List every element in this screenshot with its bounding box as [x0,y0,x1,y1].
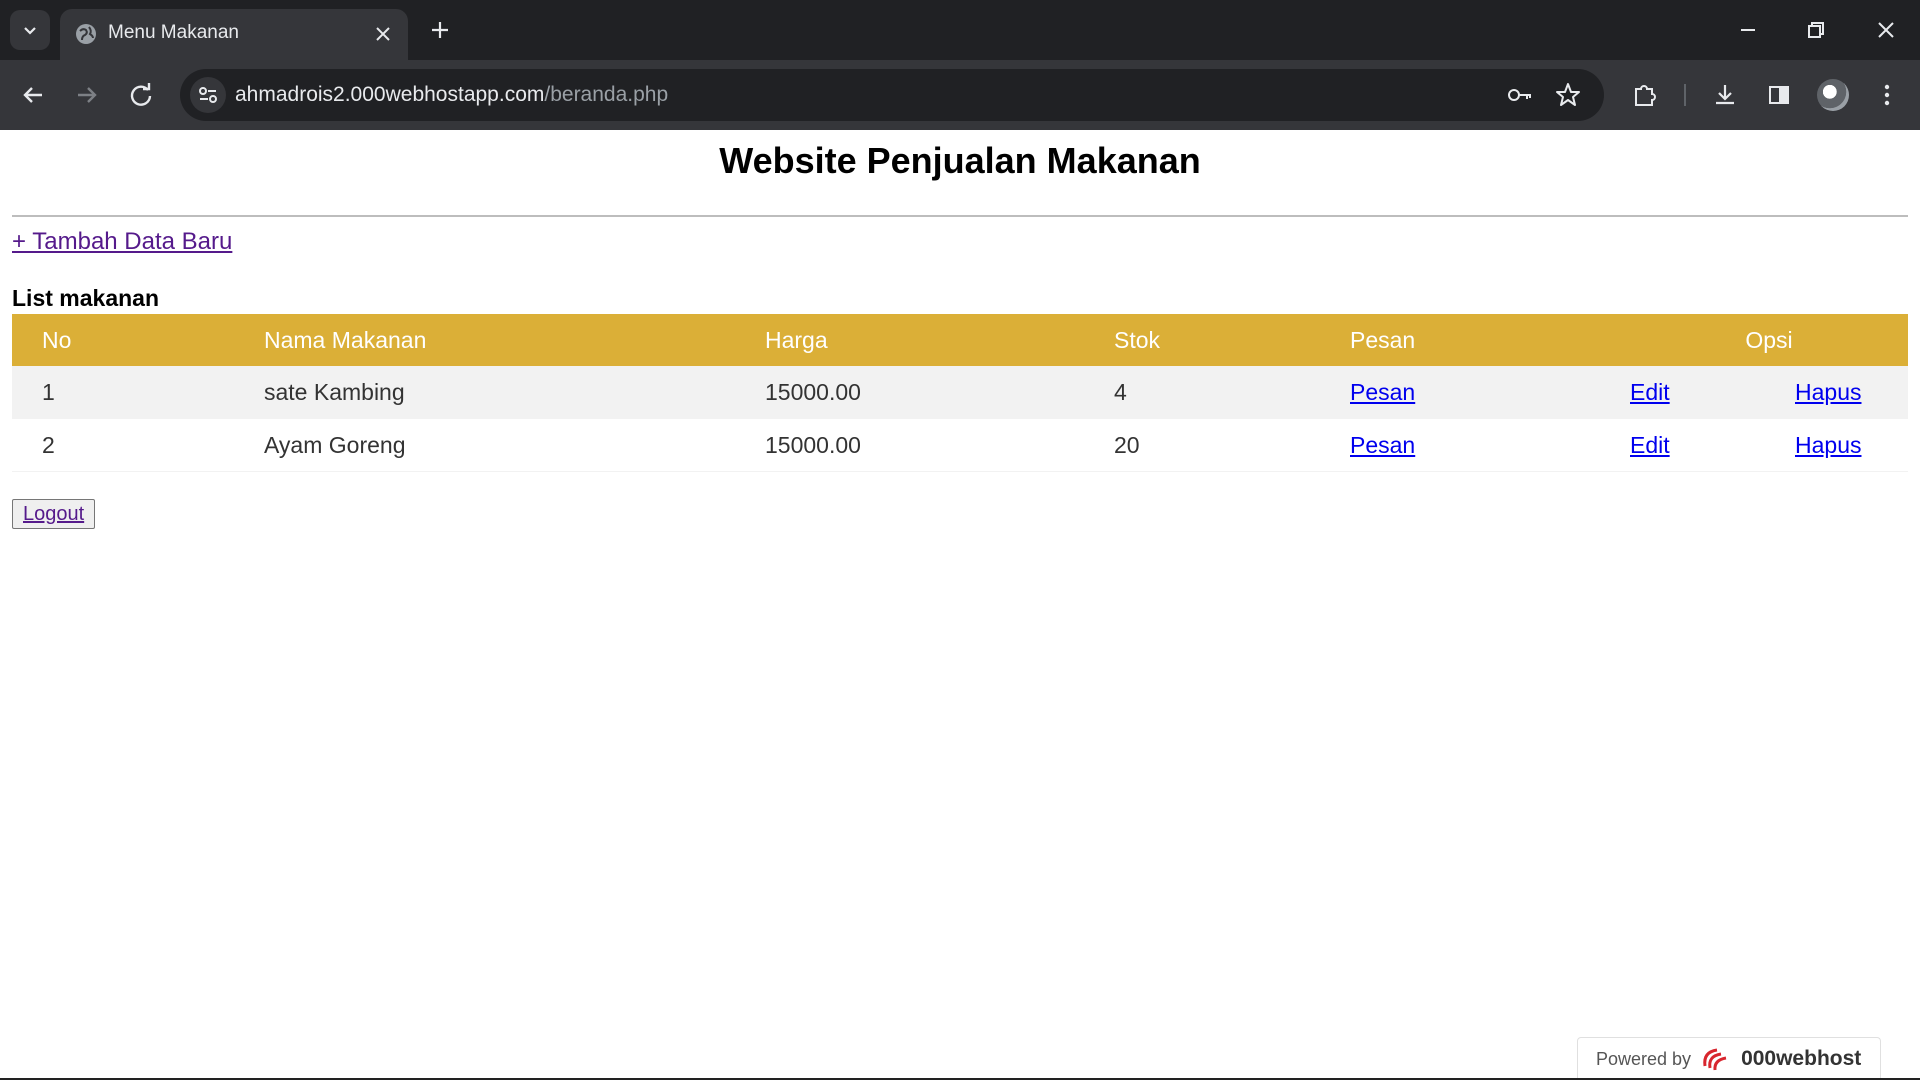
toolbar-separator [1684,84,1686,106]
address-bar[interactable]: ahmadrois2.000webhostapp.com/beranda.php [180,69,1604,121]
cell-stok: 20 [1114,418,1350,472]
url-path: /beranda.php [544,83,669,106]
edit-link[interactable]: Edit [1630,432,1670,458]
cell-nama: sate Kambing [264,366,765,419]
password-key-icon[interactable] [1506,81,1534,109]
cell-nama: Ayam Goreng [264,418,765,472]
cell-harga: 15000.00 [765,366,1114,419]
browser-toolbar: ahmadrois2.000webhostapp.com/beranda.php [0,60,1920,130]
cell-pesan: Pesan [1350,418,1630,472]
brand-name: 000webhost [1741,1047,1862,1070]
url-host: ahmadrois2.000webhostapp.com [235,83,545,106]
cell-stok: 4 [1114,366,1350,419]
side-panel-icon[interactable] [1762,78,1796,112]
url-text: ahmadrois2.000webhostapp.com/beranda.php [235,83,668,107]
cell-edit: Edit [1630,366,1795,419]
hapus-link[interactable]: Hapus [1795,432,1861,458]
download-icon[interactable] [1708,78,1742,112]
more-menu-icon[interactable] [1870,78,1904,112]
cell-pesan: Pesan [1350,366,1630,419]
header-opsi: Opsi [1630,314,1908,366]
globe-icon [76,24,96,44]
table-row: 2 Ayam Goreng 15000.00 20 Pesan Edit Hap… [12,418,1908,472]
food-table: No Nama Makanan Harga Stok Pesan Opsi 1 … [12,314,1908,472]
cell-edit: Edit [1630,418,1795,472]
cell-harga: 15000.00 [765,418,1114,472]
page-content: Website Penjualan Makanan + Tambah Data … [0,130,1920,1080]
extensions-puzzle-icon[interactable] [1628,78,1662,112]
header-pesan: Pesan [1350,314,1630,366]
reload-icon[interactable] [124,78,158,112]
edit-link[interactable]: Edit [1630,379,1670,405]
tab-title: Menu Makanan [108,22,239,43]
divider [12,215,1908,217]
back-arrow-icon[interactable] [16,78,50,112]
new-tab-plus-icon[interactable] [426,16,454,44]
cell-no: 1 [12,366,264,419]
chevron-down-icon [24,27,36,35]
table-header-row: No Nama Makanan Harga Stok Pesan Opsi [12,314,1908,366]
table-row: 1 sate Kambing 15000.00 4 Pesan Edit Hap… [12,366,1908,419]
active-tab[interactable]: Menu Makanan [60,9,408,60]
minimize-icon[interactable] [1734,16,1762,44]
restore-icon[interactable] [1802,16,1830,44]
cell-no: 2 [12,418,264,472]
logout-button[interactable]: Logout [12,499,96,529]
powered-by-text: Powered by [1596,1048,1692,1069]
header-nama-makanan: Nama Makanan [264,314,765,366]
powered-by-badge[interactable]: Powered by 000webhost [1577,1037,1881,1080]
list-title: List makanan [12,285,159,311]
add-new-data-link[interactable]: + Tambah Data Baru [12,228,232,256]
cell-hapus: Hapus [1795,366,1908,419]
site-info-button[interactable] [190,77,226,113]
browser-tab-strip: Menu Makanan [0,0,1920,60]
profile-avatar[interactable] [1817,79,1849,111]
pesan-link[interactable]: Pesan [1350,432,1415,458]
header-no: No [12,314,264,366]
tune-icon [199,87,217,103]
hapus-link[interactable]: Hapus [1795,379,1861,405]
close-icon[interactable] [370,21,396,47]
page-title: Website Penjualan Makanan [719,140,1201,181]
bookmark-star-icon[interactable] [1554,81,1582,109]
cell-hapus: Hapus [1795,418,1908,472]
header-harga: Harga [765,314,1114,366]
window-close-icon[interactable] [1872,16,1900,44]
tab-search-button[interactable] [10,10,50,50]
000webhost-logo-icon [1703,1048,1727,1071]
header-stok: Stok [1114,314,1350,366]
pesan-link[interactable]: Pesan [1350,379,1415,405]
forward-arrow-icon[interactable] [70,78,104,112]
